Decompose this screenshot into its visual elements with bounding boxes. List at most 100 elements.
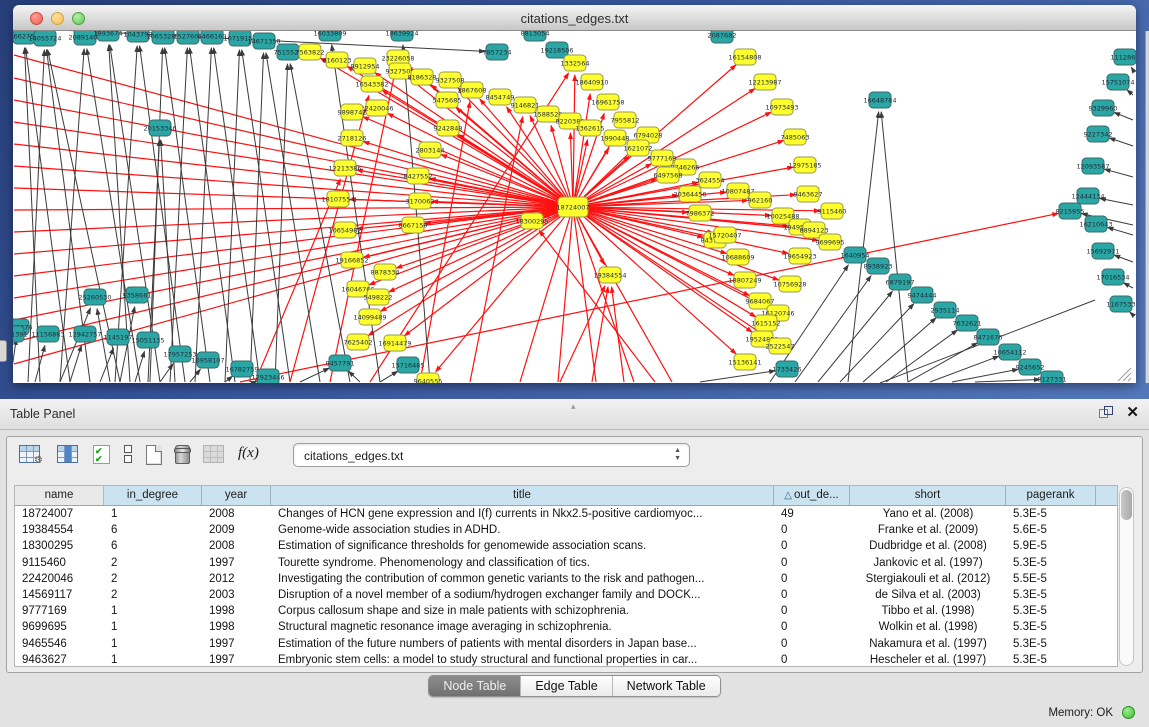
show-column-icon[interactable] — [57, 445, 78, 463]
table-cell[interactable]: 5.3E-5 — [1006, 603, 1096, 619]
table-cell[interactable]: 5.3E-5 — [1006, 506, 1096, 522]
table-cell[interactable]: 5.3E-5 — [1006, 555, 1096, 571]
table-row[interactable]: 911546021997Tourette syndrome. Phenomeno… — [15, 555, 1117, 571]
table-cell[interactable]: 5.3E-5 — [1006, 636, 1096, 652]
table-cell[interactable]: 19384554 — [15, 522, 104, 538]
memory-status-icon[interactable] — [1122, 706, 1135, 719]
table-row[interactable]: 969969511998Structural magnetic resonanc… — [15, 619, 1117, 635]
table-cell[interactable]: 5.3E-5 — [1006, 652, 1096, 668]
table-row[interactable]: 1456911722003Disruption of a novel membe… — [15, 587, 1117, 603]
table-cell[interactable]: 14569117 — [15, 587, 104, 603]
table-cell[interactable]: Yano et al. (2008) — [850, 506, 1006, 522]
table-cell[interactable]: Corpus callosum shape and size in male p… — [271, 603, 774, 619]
table-cell[interactable]: 1998 — [202, 619, 271, 635]
table-cell[interactable]: 1 — [104, 652, 202, 668]
table-cell[interactable]: Tourette syndrome. Phenomenology and cla… — [271, 555, 774, 571]
table-cell[interactable]: Stergiakouli et al. (2012) — [850, 571, 1006, 587]
table-cell[interactable]: 18300295 — [15, 538, 104, 554]
table-row[interactable]: 2242004622012Investigating the contribut… — [15, 571, 1117, 587]
table-cell[interactable]: Wolkin et al. (1998) — [850, 619, 1006, 635]
column-header-pagerank[interactable]: pagerank — [1006, 486, 1096, 505]
table-cell[interactable]: Changes of HCN gene expression and I(f) … — [271, 506, 774, 522]
table-mode-icon[interactable]: ⚙ — [19, 445, 40, 463]
table-cell[interactable]: Investigating the contribution of common… — [271, 571, 774, 587]
table-cell[interactable]: 1 — [104, 636, 202, 652]
table-cell[interactable]: 2008 — [202, 538, 271, 554]
table-cell[interactable]: Tibbo et al. (1998) — [850, 603, 1006, 619]
table-row[interactable]: 1830029562008Estimation of significance … — [15, 538, 1117, 554]
table-row[interactable]: 946554611997Estimation of the future num… — [15, 636, 1117, 652]
table-cell[interactable]: 2 — [104, 555, 202, 571]
delete-table-icon[interactable] — [175, 445, 190, 464]
table-cell[interactable]: 0 — [774, 555, 850, 571]
hidden-panel-handle[interactable] — [0, 340, 7, 362]
table-cell[interactable]: 1998 — [202, 603, 271, 619]
table-cell[interactable]: 6 — [104, 522, 202, 538]
table-cell[interactable]: 0 — [774, 619, 850, 635]
table-row[interactable]: 946362711997Embryonic stem cells: a mode… — [15, 652, 1117, 668]
table-cell[interactable]: 0 — [774, 538, 850, 554]
table-row[interactable]: 977716911998Corpus callosum shape and si… — [15, 603, 1117, 619]
table-cell[interactable]: Hescheler et al. (1997) — [850, 652, 1006, 668]
table-row[interactable]: 1872400712008Changes of HCN gene express… — [15, 506, 1117, 522]
table-cell[interactable]: 2003 — [202, 587, 271, 603]
table-cell[interactable]: 9115460 — [15, 555, 104, 571]
table-cell[interactable]: 5.6E-5 — [1006, 522, 1096, 538]
column-header-name[interactable]: name — [15, 486, 104, 505]
table-cell[interactable]: 6 — [104, 538, 202, 554]
table-cell[interactable]: 22420046 — [15, 571, 104, 587]
table-cell[interactable]: 2 — [104, 571, 202, 587]
table-cell[interactable]: Estimation of significance thresholds fo… — [271, 538, 774, 554]
table-cell[interactable]: de Silva et al. (2003) — [850, 587, 1006, 603]
column-header-short[interactable]: short — [850, 486, 1006, 505]
table-cell[interactable]: Genome-wide association studies in ADHD. — [271, 522, 774, 538]
table-cell[interactable]: 9465546 — [15, 636, 104, 652]
float-panel-icon[interactable] — [1099, 406, 1115, 422]
table-cell[interactable]: Jankovic et al. (1997) — [850, 555, 1006, 571]
table-cell[interactable]: Disruption of a novel member of a sodium… — [271, 587, 774, 603]
table-cell[interactable]: Structural magnetic resonance image aver… — [271, 619, 774, 635]
table-cell[interactable]: Dudbridge et al. (2008) — [850, 538, 1006, 554]
table-cell[interactable]: 2012 — [202, 571, 271, 587]
row-height-icon[interactable] — [123, 445, 133, 464]
table-cell[interactable]: 49 — [774, 506, 850, 522]
column-header-year[interactable]: year — [202, 486, 271, 505]
table-cell[interactable]: 9777169 — [15, 603, 104, 619]
column-header-title[interactable]: title — [271, 486, 774, 505]
table-cell[interactable]: 9699695 — [15, 619, 104, 635]
table-cell[interactable]: 5.3E-5 — [1006, 619, 1096, 635]
table-cell[interactable]: 5.9E-5 — [1006, 538, 1096, 554]
table-cell[interactable]: 0 — [774, 636, 850, 652]
table-cell[interactable]: 2009 — [202, 522, 271, 538]
select-columns-icon[interactable]: ✔✔ — [93, 445, 110, 464]
table-cell[interactable]: 2 — [104, 587, 202, 603]
table-cell[interactable]: 1 — [104, 619, 202, 635]
table-cell[interactable]: 1997 — [202, 555, 271, 571]
vertical-scrollbar[interactable] — [1119, 487, 1134, 666]
tab-edge-table[interactable]: Edge Table — [520, 676, 611, 696]
table-cell[interactable]: 0 — [774, 587, 850, 603]
function-builder-icon[interactable]: f(x) — [238, 445, 259, 462]
new-table-icon[interactable] — [146, 445, 162, 465]
table-cell[interactable]: 0 — [774, 571, 850, 587]
table-cell[interactable]: Embryonic stem cells: a model to study s… — [271, 652, 774, 668]
table-cell[interactable]: 2008 — [202, 506, 271, 522]
table-cell[interactable]: 18724007 — [15, 506, 104, 522]
table-cell[interactable]: 0 — [774, 522, 850, 538]
window-titlebar[interactable]: citations_edges.txt — [13, 5, 1136, 31]
column-header-in-degree[interactable]: in_degree — [104, 486, 202, 505]
tab-node-table[interactable]: Node Table — [429, 676, 520, 696]
table-cell[interactable]: 1997 — [202, 636, 271, 652]
table-cell[interactable]: Nakamura et al. (1997) — [850, 636, 1006, 652]
table-selector-dropdown[interactable]: citations_edges.txt ▲▼ — [293, 443, 690, 467]
close-panel-icon[interactable]: ✕ — [1126, 404, 1139, 422]
network-canvas[interactable]: 1662753140557242089140618936741043792106… — [13, 31, 1136, 383]
table-row[interactable]: 1938455462009Genome-wide association stu… — [15, 522, 1117, 538]
table-cell[interactable]: 1 — [104, 603, 202, 619]
panel-resize-grip[interactable]: ▴ — [571, 401, 579, 409]
scrollbar-thumb[interactable] — [1121, 490, 1132, 520]
table-cell[interactable]: 9463627 — [15, 652, 104, 668]
column-header-out-de-[interactable]: △out_de... — [774, 486, 850, 505]
results-panel-edge[interactable] — [1145, 31, 1149, 383]
table-cell[interactable]: 5.3E-5 — [1006, 587, 1096, 603]
